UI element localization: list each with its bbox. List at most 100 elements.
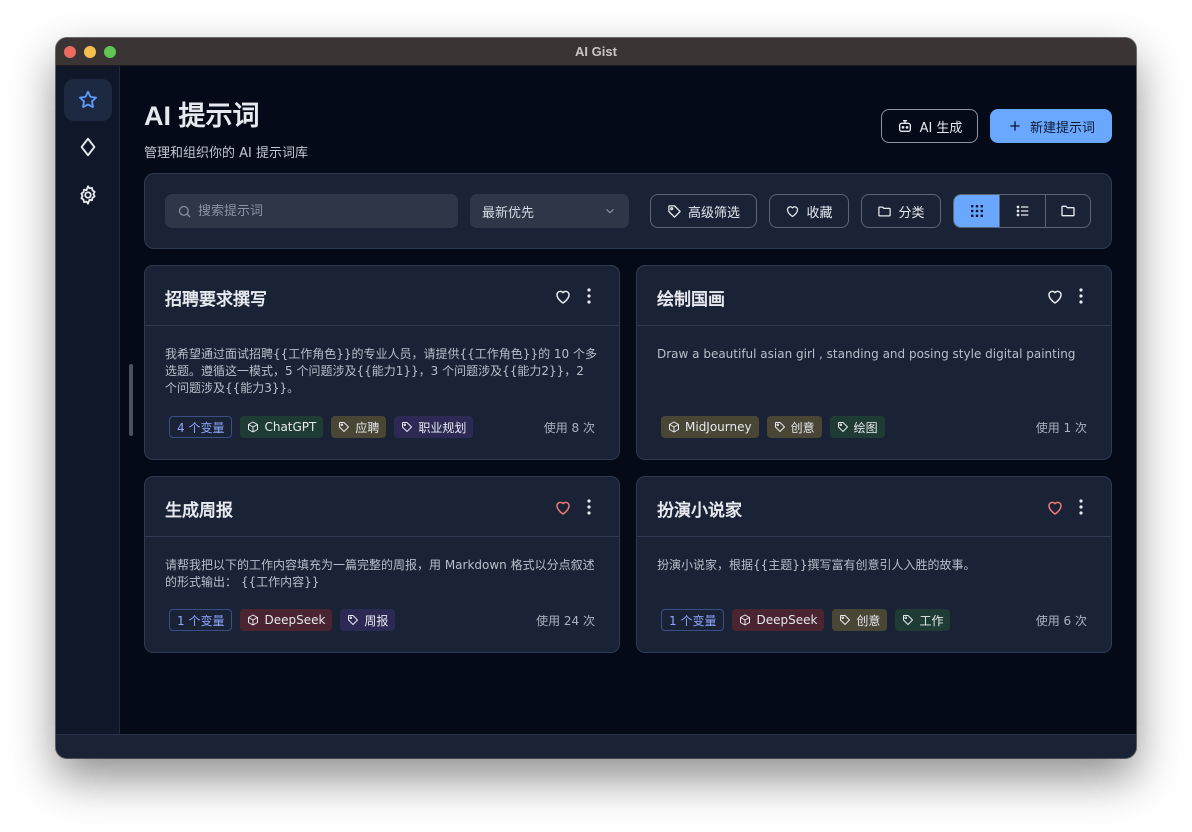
tag-badge[interactable]: 周报: [340, 609, 396, 631]
new-prompt-label: 新建提示词: [1029, 120, 1095, 136]
new-prompt-button[interactable]: 新建提示词: [990, 109, 1112, 143]
model-badge-label: MidJourney: [685, 420, 752, 434]
model-badge: ChatGPT: [240, 416, 324, 438]
heart-icon: [787, 205, 799, 217]
model-badge-label: ChatGPT: [264, 420, 317, 434]
more-vertical-icon[interactable]: [581, 287, 597, 305]
variable-count-badge: 4 个变量: [169, 416, 233, 438]
status-bar: [56, 734, 1136, 758]
ai-generate-button[interactable]: AI 生成: [881, 109, 978, 143]
heart-icon[interactable]: [1046, 499, 1064, 517]
usage-count: 使用 6 次: [1035, 613, 1087, 628]
list-icon: [1016, 205, 1028, 217]
tag-icon: [840, 615, 851, 625]
diamond-icon: [80, 137, 96, 157]
more-vertical-icon[interactable]: [1073, 498, 1089, 516]
tag-icon: [903, 615, 914, 625]
tag-badge[interactable]: 创意: [766, 416, 822, 438]
card-footer: 4 个变量 ChatGPT 应聘 职业规划 使用 8 次: [169, 416, 595, 438]
app-window: AI Gist AI 提示词 管理和组织你的 AI 提示词库 AI 生成 新建提…: [56, 38, 1136, 758]
tag-badge[interactable]: 职业规划: [394, 416, 474, 438]
prompt-card[interactable]: 招聘要求撰写 我希望通过面试招聘{{工作角色}}的专业人员，请提供{{工作角色}…: [144, 265, 620, 460]
tag-label: 应聘: [355, 420, 380, 435]
card-header: 生成周报: [145, 477, 619, 537]
tag-icon: [837, 422, 848, 432]
tag-label: 周报: [364, 613, 389, 628]
cube-icon: [669, 421, 679, 433]
card-content: 我希望通过面试招聘{{工作角色}}的专业人员，请提供{{工作角色}}的 10 个…: [165, 347, 597, 395]
advanced-filter-button[interactable]: 高级筛选: [650, 194, 757, 228]
main-content: AI 提示词 管理和组织你的 AI 提示词库 AI 生成 新建提示词 最新优先 …: [120, 66, 1136, 734]
favorites-filter-label: 收藏: [806, 205, 833, 221]
sort-selected-value: 最新优先: [482, 205, 535, 221]
search-box[interactable]: [165, 194, 458, 228]
prompt-card[interactable]: 绘制国画 Draw a beautiful asian girl , stand…: [636, 265, 1112, 460]
sidebar-item-prompts[interactable]: [64, 79, 112, 121]
ai-generate-label: AI 生成: [919, 120, 963, 136]
tag-label: 创意: [790, 420, 815, 435]
heart-icon[interactable]: [1046, 288, 1064, 306]
usage-count: 使用 24 次: [536, 613, 595, 628]
model-badge-label: DeepSeek: [264, 613, 326, 627]
card-content: 请帮我把以下的工作内容填充为一篇完整的周报，用 Markdown 格式以分点叙述…: [165, 558, 595, 589]
folder-icon: [1061, 205, 1075, 217]
filter-toolbar: 最新优先 高级筛选 收藏 分类: [144, 173, 1112, 249]
model-badge: DeepSeek: [732, 609, 825, 631]
view-list-button[interactable]: [999, 195, 1044, 227]
folder-icon: [878, 206, 892, 216]
advanced-filter-label: 高级筛选: [687, 205, 740, 221]
tag-icon: [402, 422, 413, 432]
tag-badge[interactable]: 工作: [895, 609, 951, 631]
tag-label: 职业规划: [418, 420, 467, 435]
tag-badge[interactable]: 应聘: [331, 416, 387, 438]
plus-icon: [1010, 121, 1020, 131]
category-filter-button[interactable]: 分类: [861, 194, 941, 228]
star-icon: [79, 90, 97, 108]
tag-label: 创意: [856, 613, 881, 628]
view-mode-toggle: [953, 194, 1091, 228]
card-header: 绘制国画: [637, 266, 1111, 326]
card-footer: MidJourney 创意 绘图 使用 1 次: [661, 416, 1087, 438]
model-badge: MidJourney: [661, 416, 759, 438]
variable-count-badge: 1 个变量: [661, 609, 725, 631]
search-input[interactable]: [198, 203, 448, 219]
view-grid-button[interactable]: [954, 195, 1000, 227]
title-bar: AI Gist: [56, 38, 1136, 66]
page-subtitle: 管理和组织你的 AI 提示词库: [144, 146, 308, 161]
tag-badge[interactable]: 绘图: [829, 416, 885, 438]
card-header: 招聘要求撰写: [145, 266, 619, 326]
window-title: AI Gist: [575, 44, 617, 59]
card-footer: 1 个变量 DeepSeek 创意 工作 使用 6 次: [661, 609, 1087, 631]
view-folder-button[interactable]: [1044, 195, 1090, 227]
model-badge: DeepSeek: [240, 609, 333, 631]
card-header: 扮演小说家: [637, 477, 1111, 537]
page-title: AI 提示词: [144, 101, 260, 131]
tag-icon: [668, 204, 681, 218]
cube-icon: [248, 421, 259, 433]
tag-badge[interactable]: 创意: [832, 609, 888, 631]
card-title: 绘制国画: [657, 290, 725, 310]
cube-icon: [248, 614, 259, 626]
tag-label: 工作: [919, 613, 944, 628]
tag-icon: [339, 422, 350, 432]
prompt-card[interactable]: 生成周报 请帮我把以下的工作内容填充为一篇完整的周报，用 Markdown 格式…: [144, 476, 620, 653]
heart-icon[interactable]: [554, 288, 572, 306]
tag-icon: [774, 422, 785, 432]
prompt-card[interactable]: 扮演小说家 扮演小说家，根据{{主题}}撰写富有创意引人入胜的故事。 1 个变量…: [636, 476, 1112, 653]
more-vertical-icon[interactable]: [581, 498, 597, 516]
sidebar-item-settings[interactable]: [64, 174, 112, 216]
sidebar-item-models[interactable]: [64, 126, 112, 168]
card-title: 招聘要求撰写: [165, 290, 267, 310]
favorites-filter-button[interactable]: 收藏: [769, 194, 849, 228]
heart-icon[interactable]: [554, 499, 572, 517]
card-content: 扮演小说家，根据{{主题}}撰写富有创意引人入胜的故事。: [657, 558, 976, 572]
search-icon: [178, 205, 191, 218]
card-title: 扮演小说家: [657, 501, 742, 521]
tag-label: 绘图: [853, 420, 878, 435]
category-filter-label: 分类: [898, 205, 925, 221]
cube-icon: [740, 614, 751, 626]
sidebar: [56, 66, 120, 734]
card-content: Draw a beautiful asian girl , standing a…: [657, 347, 1076, 361]
sort-select[interactable]: 最新优先: [470, 194, 629, 228]
more-vertical-icon[interactable]: [1073, 287, 1089, 305]
